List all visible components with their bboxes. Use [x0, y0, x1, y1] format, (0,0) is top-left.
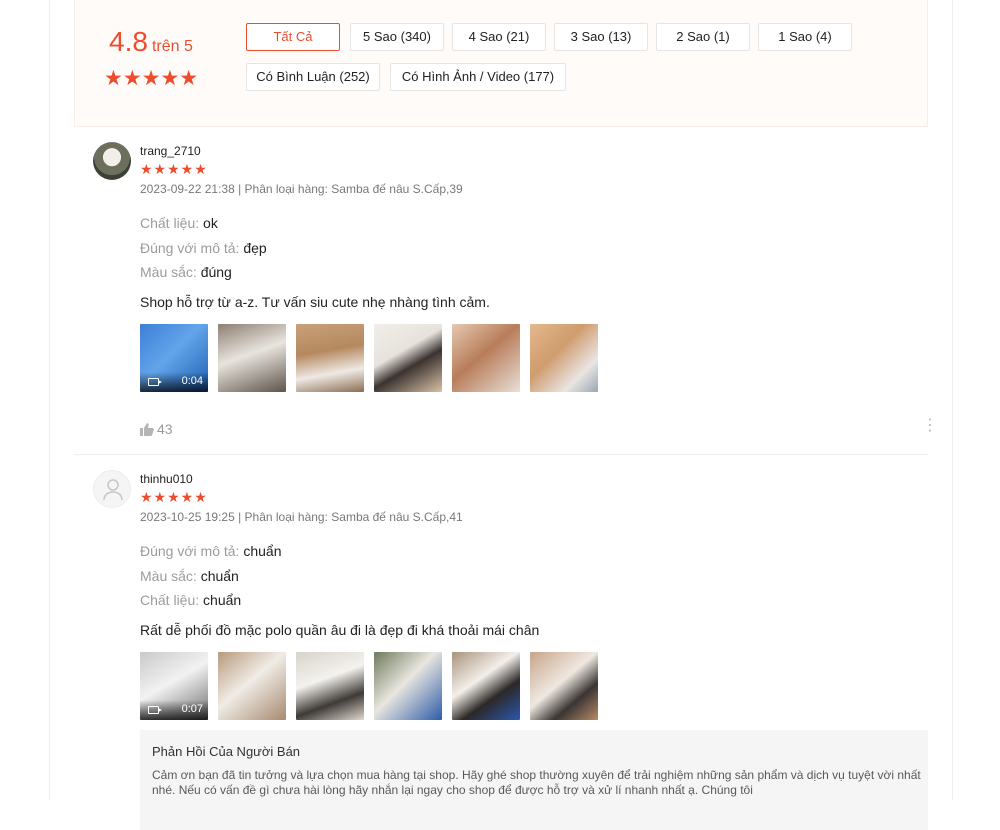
seller-reply-title: Phản Hồi Của Người Bán	[152, 744, 301, 759]
review-image-thumbnail[interactable]	[530, 324, 598, 392]
review-body: trang_2710 ★★★★★ 2023-09-22 21:38 | Phân…	[140, 144, 938, 444]
rating-overview: 4.8 trên 5 ★★★★★ Tất Cả 5 Sao (340) 4 Sao…	[74, 0, 928, 127]
review-attribute: Chất liệu: ok	[140, 215, 218, 231]
rating-score-value: 4.8	[109, 26, 148, 57]
more-options-button[interactable]: ⋮	[922, 418, 938, 434]
avatar[interactable]	[93, 142, 131, 180]
attribute-value: đẹp	[243, 240, 267, 256]
review-image-thumbnail[interactable]	[530, 652, 598, 720]
filter-with-media-button[interactable]: Có Hình Ảnh / Video (177)	[390, 63, 566, 91]
attribute-value: chuẩn	[203, 592, 242, 608]
review-image-thumbnail[interactable]	[374, 324, 442, 392]
attribute-label: Màu sắc:	[140, 568, 197, 584]
review-image-thumbnail[interactable]	[296, 324, 364, 392]
video-camera-icon	[148, 378, 162, 386]
attribute-value: chuẩn	[243, 543, 282, 559]
filter-4-star-button[interactable]: 4 Sao (21)	[452, 23, 546, 51]
more-vertical-icon: ⋮	[922, 417, 938, 434]
seller-reply: Phản Hồi Của Người Bán Cảm ơn bạn đã tin…	[140, 730, 928, 830]
filter-2-star-button[interactable]: 2 Sao (1)	[656, 23, 750, 51]
review-image-thumbnail[interactable]	[452, 324, 520, 392]
review-image-thumbnail[interactable]	[218, 652, 286, 720]
review-divider	[74, 454, 928, 455]
attribute-label: Màu sắc:	[140, 264, 197, 280]
rating-stars: ★★★★★	[104, 67, 199, 90]
video-badge: 0:04	[140, 372, 208, 392]
rating-score: 4.8 trên 5	[109, 26, 193, 58]
review-stars: ★★★★★	[140, 161, 208, 177]
seller-reply-text: Cảm ơn bạn đã tin tưởng và lựa chọn mua …	[152, 768, 921, 797]
filter-all-button[interactable]: Tất Cả	[246, 23, 340, 51]
review-attribute: Đúng với mô tả: chuẩn	[140, 543, 282, 559]
video-duration: 0:07	[181, 703, 203, 715]
review-body: thinhu010 ★★★★★ 2023-10-25 19:25 | Phân …	[140, 472, 930, 830]
review-media: 0:04	[140, 324, 600, 392]
like-button[interactable]: 43	[140, 421, 173, 437]
review-image-thumbnail[interactable]	[218, 324, 286, 392]
filter-3-star-button[interactable]: 3 Sao (13)	[554, 23, 648, 51]
user-icon	[103, 479, 123, 501]
attribute-label: Đúng với mô tả:	[140, 543, 240, 559]
review-image-thumbnail[interactable]	[296, 652, 364, 720]
review-media: 0:07	[140, 652, 600, 720]
filter-1-star-button[interactable]: 1 Sao (4)	[758, 23, 852, 51]
page-container: 4.8 trên 5 ★★★★★ Tất Cả 5 Sao (340) 4 Sao…	[49, 0, 953, 830]
review-username: thinhu010	[140, 472, 193, 486]
thumbs-up-icon	[140, 423, 154, 436]
video-duration: 0:04	[181, 375, 203, 387]
like-count: 43	[157, 421, 173, 437]
review-stars: ★★★★★	[140, 489, 208, 505]
filter-5-star-button[interactable]: 5 Sao (340)	[350, 23, 444, 51]
attribute-label: Đúng với mô tả:	[140, 240, 240, 256]
filter-with-comment-button[interactable]: Có Bình Luận (252)	[246, 63, 380, 91]
review-meta: 2023-10-25 19:25 | Phân loại hàng: Samba…	[140, 510, 463, 524]
avatar[interactable]	[93, 470, 131, 508]
review-attribute: Đúng với mô tả: đẹp	[140, 240, 267, 256]
video-camera-icon	[148, 706, 162, 714]
review-comment: Shop hỗ trợ từ a-z. Tư vấn siu cute nhẹ …	[140, 294, 490, 310]
review-attribute: Chất liệu: chuẩn	[140, 592, 241, 608]
review-video-thumbnail[interactable]: 0:07	[140, 652, 208, 720]
attribute-label: Chất liệu:	[140, 215, 200, 231]
review-comment: Rất dễ phối đồ mặc polo quần âu đi là đẹ…	[140, 622, 540, 638]
attribute-label: Chất liệu:	[140, 592, 200, 608]
rating-out-of: trên 5	[151, 38, 193, 55]
review-username: trang_2710	[140, 144, 201, 158]
review-attribute: Màu sắc: chuẩn	[140, 568, 239, 584]
attribute-value: ok	[203, 215, 218, 231]
video-badge: 0:07	[140, 700, 208, 720]
attribute-value: chuẩn	[200, 568, 239, 584]
review-video-thumbnail[interactable]: 0:04	[140, 324, 208, 392]
review-meta: 2023-09-22 21:38 | Phân loại hàng: Samba…	[140, 182, 463, 196]
review-image-thumbnail[interactable]	[374, 652, 442, 720]
review-attribute: Màu sắc: đúng	[140, 264, 232, 280]
review-image-thumbnail[interactable]	[452, 652, 520, 720]
attribute-value: đúng	[200, 264, 232, 280]
